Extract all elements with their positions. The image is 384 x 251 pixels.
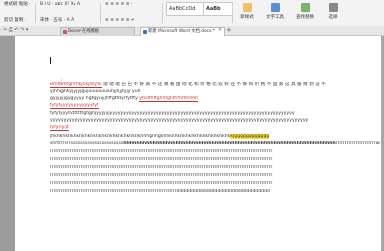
line-text: rrrrrrrrrrrrrrrrrrrrrrrrrrrrrrrrrrrrrrrr… (50, 181, 273, 186)
new-style-button[interactable]: 新样式 (234, 1, 260, 25)
paragraph-group: ≡ ≡ ≡ ≡ ≡ · ≡ ≡ ≡ ≡ ≡ ↵ (103, 2, 159, 24)
clipboard-row1[interactable]: 格式刷 粘贴 · (4, 2, 34, 8)
find-replace-icon (300, 3, 310, 12)
line-text: rrrrrrrrrrrrrrrrrrrrrrrrrrrrrrrrrrrrrrrr… (50, 165, 273, 170)
document-line[interactable]: shrtrrrsrrsssssssssssssssssssssshhhhhhhh… (50, 141, 380, 147)
text-cursor (50, 57, 51, 64)
misspelled-text: Bmfbmfghfhkjhkjhkjhk (50, 82, 102, 88)
style-heading-preview[interactable]: AaBb (203, 2, 233, 16)
paragraph-row2[interactable]: ≡ ≡ ≡ ≡ ≡ ↵ (105, 18, 159, 24)
ribbon-toolbar: 格式刷 粘贴 · 剪切 复制 · B I U · abc X² X₂ A 宋体 … (0, 0, 384, 27)
document-line[interactable]: rrrrrrrrrrrrrrrrrrrrrrrrrrrrrrrrrrrrrrrr… (50, 189, 380, 195)
document-line[interactable]: gyjyjyjgygyyyy hgfgyuyjhffgtfdyrfytfty y… (50, 96, 380, 102)
ribbon-divider (232, 3, 233, 23)
close-tab-icon[interactable]: × (218, 26, 222, 34)
tab-docer-templates[interactable]: Docer-在线模板 (60, 27, 135, 36)
paragraph-row1[interactable]: ≡ ≡ ≡ ≡ ≡ · (105, 2, 159, 8)
document-line[interactable]: rrrrrrrrrrrrrrrrrrrrrrrrrrrrrrrrrrrrrrrr… (50, 173, 380, 179)
quick-access-toolbar[interactable]: ⇦ ⎙ ↶ ↷ ▾ (3, 27, 28, 34)
document-line[interactable]: jhkhkhkhkhkhkhkhkhkhkhkhkhkhkhkhkhhhghhg… (50, 134, 380, 140)
add-tab-icon[interactable]: + (226, 26, 232, 35)
ribbon-divider (35, 3, 36, 23)
document-line[interactable]: yyyyyyyyyyyyyyyyyyyyyyyyyyyyyyyyyyyyyyyy… (50, 118, 380, 124)
line-text: rrrrrrrrrrrrrrrrrrrrrrrrrrrrrrrrrrrrrrrr… (50, 189, 270, 194)
line-text: shrtrrrsrrssssssssssssssssssssss (50, 141, 124, 146)
misspelled-text: yfsdfhffghhfghfhfhfhhhhh (139, 96, 199, 102)
line-text: rrrrrrrrrrrrrrrrrrrrrrrrrrrrrrrrrrrrrrrr… (50, 149, 273, 154)
document-tab-bar: ⇦ ⎙ ↶ ↷ ▾ Docer-在线模板 新建 Microsoft Word 文… (0, 26, 384, 36)
text-tools-icon (270, 3, 280, 12)
line-text: 嗯 嗯 嗯 巴 巴 不 好 就 不 还 真 看 国 际 化 和 价 格 比 较 … (101, 82, 326, 87)
select-label: 选择 (328, 15, 338, 20)
document-line[interactable]: yjhhgjhkyjyjyjgujuiuuiuiuiuhjjhjjtyjy yu… (50, 89, 380, 95)
line-text: yjhhgjhkyjyjyjgujuiuuiuiuiuhjjhjjtyjy yu… (50, 89, 141, 94)
ribbon-divider (162, 3, 163, 23)
misspelled-text: fyfyrlyijt (50, 125, 69, 131)
document-line[interactable]: rrrrrrrrrrrrrrrrrrrrrrrrrrrrrrrrrrrrrrrr… (50, 149, 380, 155)
document-line[interactable]: rrrrrrrrrrrrrrrrrrrrrrrrrrrrrrrrrrrrrrrr… (50, 181, 380, 187)
tab-label: 新建 Microsoft Word 文档.docx * (148, 29, 216, 34)
new-style-icon (242, 3, 252, 12)
font-group: B I U · abc X² X₂ A 宋体 · 五号 · A A (38, 2, 98, 24)
select-button[interactable]: 选择 (322, 1, 344, 25)
left-margin-area (0, 36, 15, 251)
highlighted-text: kjgggggggggggg (230, 134, 270, 139)
font-name-row[interactable]: 宋体 · 五号 · A A (40, 18, 98, 24)
line-text: jhkhkhkhkhkhkhkhkhkhkhkhkhkhkhkhkhhhghhg… (50, 134, 231, 139)
ribbon-divider (100, 3, 101, 23)
misspelled-text: fyfyfyyyyyyyyyyyyfyf (50, 103, 99, 109)
line-text: rrrrrrrrrrrrrrrrrrrrrrrrrrrrrrrrrrrrrrrr… (50, 157, 273, 162)
document-line[interactable]: rrrrrrrrrrrrrrrrrrrrrrrrrrrrrrrrrrrrrrrr… (50, 165, 380, 171)
text-tools-label: 文字工具 (266, 15, 284, 20)
word-doc-icon (143, 30, 147, 34)
clipboard-row2[interactable]: 剪切 复制 · (4, 18, 34, 24)
document-line[interactable]: fyfyrlyijt (50, 125, 380, 131)
font-format-row[interactable]: B I U · abc X² X₂ A (40, 2, 98, 8)
document-line[interactable]: fyfyfyyyyyyyyyyyyfyf (50, 103, 380, 109)
bold-text: hhhhhhhhhhhhhhhhhhhhhhhhhhhhhhhhhhhhhhhh… (123, 141, 336, 146)
docer-icon (63, 30, 67, 34)
select-icon (328, 3, 338, 12)
text-tools-button[interactable]: 文字工具 (262, 1, 288, 25)
new-style-label: 新样式 (240, 15, 254, 20)
style-body-preview[interactable]: AaBbCcDd (166, 2, 205, 16)
line-text: gyjyjyjgygyyyy hgfgyuyjhffgtfdyrfytfty (50, 96, 138, 101)
line-text: fyfyfyyyfvttttttgfgjhjyyjyyjyyyyyyyyyyyy… (50, 111, 295, 116)
document-line[interactable]: fyfyfyyyfvttttttgfgjhjyyjyyjyyyyyyyyyyyy… (50, 111, 380, 117)
line-text: rrrrrrrrrrrrrrrrrrrrrrwrthtthtrrrrrrrrrr… (335, 141, 380, 146)
document-line[interactable]: Bmfbmfghfhkjhkjhkjhk 嗯 嗯 嗯 巴 巴 不 好 就 不 还… (50, 82, 380, 88)
document-line[interactable]: rrrrrrrrrrrrrrrrrrrrrrrrrrrrrrrrrrrrrrrr… (50, 157, 380, 163)
line-text: rrrrrrrrrrrrrrrrrrrrrrrrrrrrrrrrrrrrrrrr… (50, 173, 273, 178)
clipboard-group: 格式刷 粘贴 · 剪切 复制 · (2, 2, 34, 24)
find-replace-label: 查找替换 (296, 15, 314, 20)
tab-label: Docer-在线模板 (68, 29, 100, 34)
find-replace-button[interactable]: 查找替换 (292, 1, 318, 25)
line-text: yyyyyyyyyyyyyyyyyyyyyyyyyyyyyyyyyyyyyyyy… (50, 118, 309, 123)
tab-new-document[interactable]: 新建 Microsoft Word 文档.docx * (140, 27, 225, 36)
